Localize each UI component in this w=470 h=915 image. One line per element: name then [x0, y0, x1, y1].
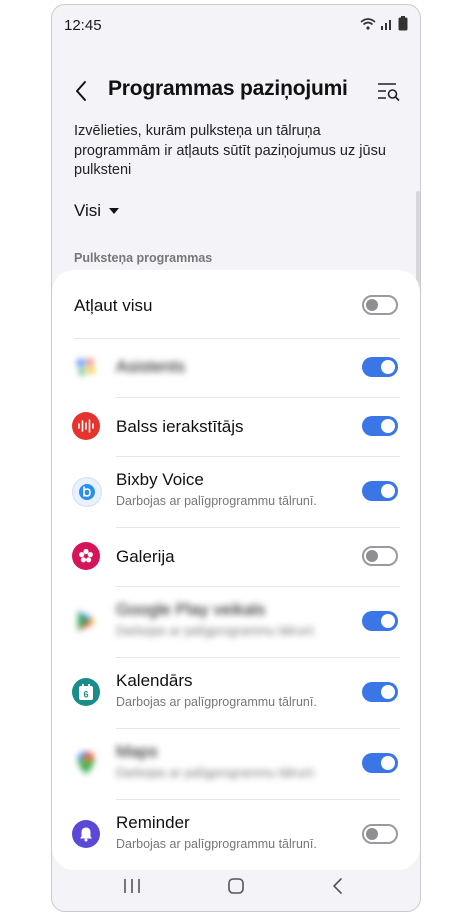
app-row-bixby[interactable]: Bixby Voice Darbojas ar palīgprogrammu t…: [52, 456, 420, 526]
app-name: Bixby Voice: [116, 470, 204, 489]
app-subtitle: Darbojas ar palīgprogrammu tālrunī.: [116, 494, 317, 508]
app-row-reminder[interactable]: Reminder Darbojas ar palīgprogrammu tālr…: [52, 799, 420, 869]
maps-icon: [72, 749, 100, 777]
filter-value: Visi: [74, 201, 102, 220]
app-subtitle: Darbojas ar palīgprogrammu tālrunī.: [116, 766, 317, 780]
app-header: Programmas paziņojumi: [52, 67, 420, 117]
page-title: Programmas paziņojumi: [108, 77, 348, 100]
page-description: Izvēlieties, kurām pulksteņa un tālruņa …: [74, 123, 386, 178]
signal-icon: [381, 19, 391, 30]
allow-all-label: Atļaut visu: [74, 296, 153, 315]
app-toggle[interactable]: [362, 611, 398, 631]
status-icons: [360, 16, 408, 31]
voice-recorder-icon: [72, 412, 100, 440]
app-subtitle: Darbojas ar palīgprogrammu tālrunī.: [116, 624, 317, 638]
allow-all-row[interactable]: Atļaut visu: [52, 270, 420, 336]
reminder-icon: [72, 820, 100, 848]
calendar-icon: 6: [72, 678, 100, 706]
app-row-voice-recorder[interactable]: Balss ierakstītājs: [52, 397, 420, 455]
allow-all-toggle[interactable]: [362, 295, 398, 315]
app-row-gallery[interactable]: Galerija: [52, 527, 420, 585]
status-bar: 12:45: [52, 5, 420, 43]
app-toggle[interactable]: [362, 824, 398, 844]
section-header: Pulksteņa programmas: [74, 251, 213, 265]
app-name: Balss ierakstītājs: [116, 417, 244, 436]
search-list-icon[interactable]: [376, 79, 402, 103]
app-row-calendar[interactable]: 6 Kalendārs Darbojas ar palīgprogrammu t…: [52, 657, 420, 727]
app-toggle[interactable]: [362, 481, 398, 501]
assistant-icon: [72, 353, 100, 381]
caret-down-icon: [109, 208, 120, 214]
back-arrow-icon[interactable]: [70, 77, 94, 105]
recent-apps-icon[interactable]: [120, 875, 144, 897]
phone-screen: 12:45 Programmas paziņojumi Izvēlieties,…: [51, 4, 421, 912]
app-row-assistant[interactable]: Asistents: [52, 338, 420, 396]
wifi-icon: [360, 17, 376, 30]
filter-dropdown[interactable]: Visi: [74, 201, 120, 221]
play-store-icon: [72, 607, 100, 635]
navigation-bar: [52, 861, 420, 911]
app-subtitle: Darbojas ar palīgprogrammu tālrunī.: [116, 695, 317, 709]
calendar-day: 6: [83, 690, 88, 700]
app-toggle[interactable]: [362, 682, 398, 702]
app-name: Asistents: [116, 357, 185, 376]
app-name: Maps: [116, 742, 158, 761]
gallery-icon: [72, 542, 100, 570]
app-row-play-store[interactable]: Google Play veikals Darbojas ar palīgpro…: [52, 586, 420, 656]
back-icon[interactable]: [326, 875, 350, 897]
status-time: 12:45: [64, 17, 102, 34]
apps-card: Atļaut visu Asistents Balss ierakstītājs…: [52, 270, 420, 870]
app-toggle[interactable]: [362, 357, 398, 377]
app-subtitle: Darbojas ar palīgprogrammu tālrunī.: [116, 837, 317, 851]
app-row-maps[interactable]: Maps Darbojas ar palīgprogrammu tālrunī.: [52, 728, 420, 798]
app-name: Galerija: [116, 547, 175, 566]
app-toggle[interactable]: [362, 546, 398, 566]
app-name: Kalendārs: [116, 671, 193, 690]
app-toggle[interactable]: [362, 753, 398, 773]
battery-icon: [398, 16, 408, 31]
bixby-icon: [72, 477, 102, 507]
app-name: Reminder: [116, 813, 190, 832]
app-toggle[interactable]: [362, 416, 398, 436]
app-name: Google Play veikals: [116, 600, 266, 619]
home-icon[interactable]: [224, 875, 248, 897]
